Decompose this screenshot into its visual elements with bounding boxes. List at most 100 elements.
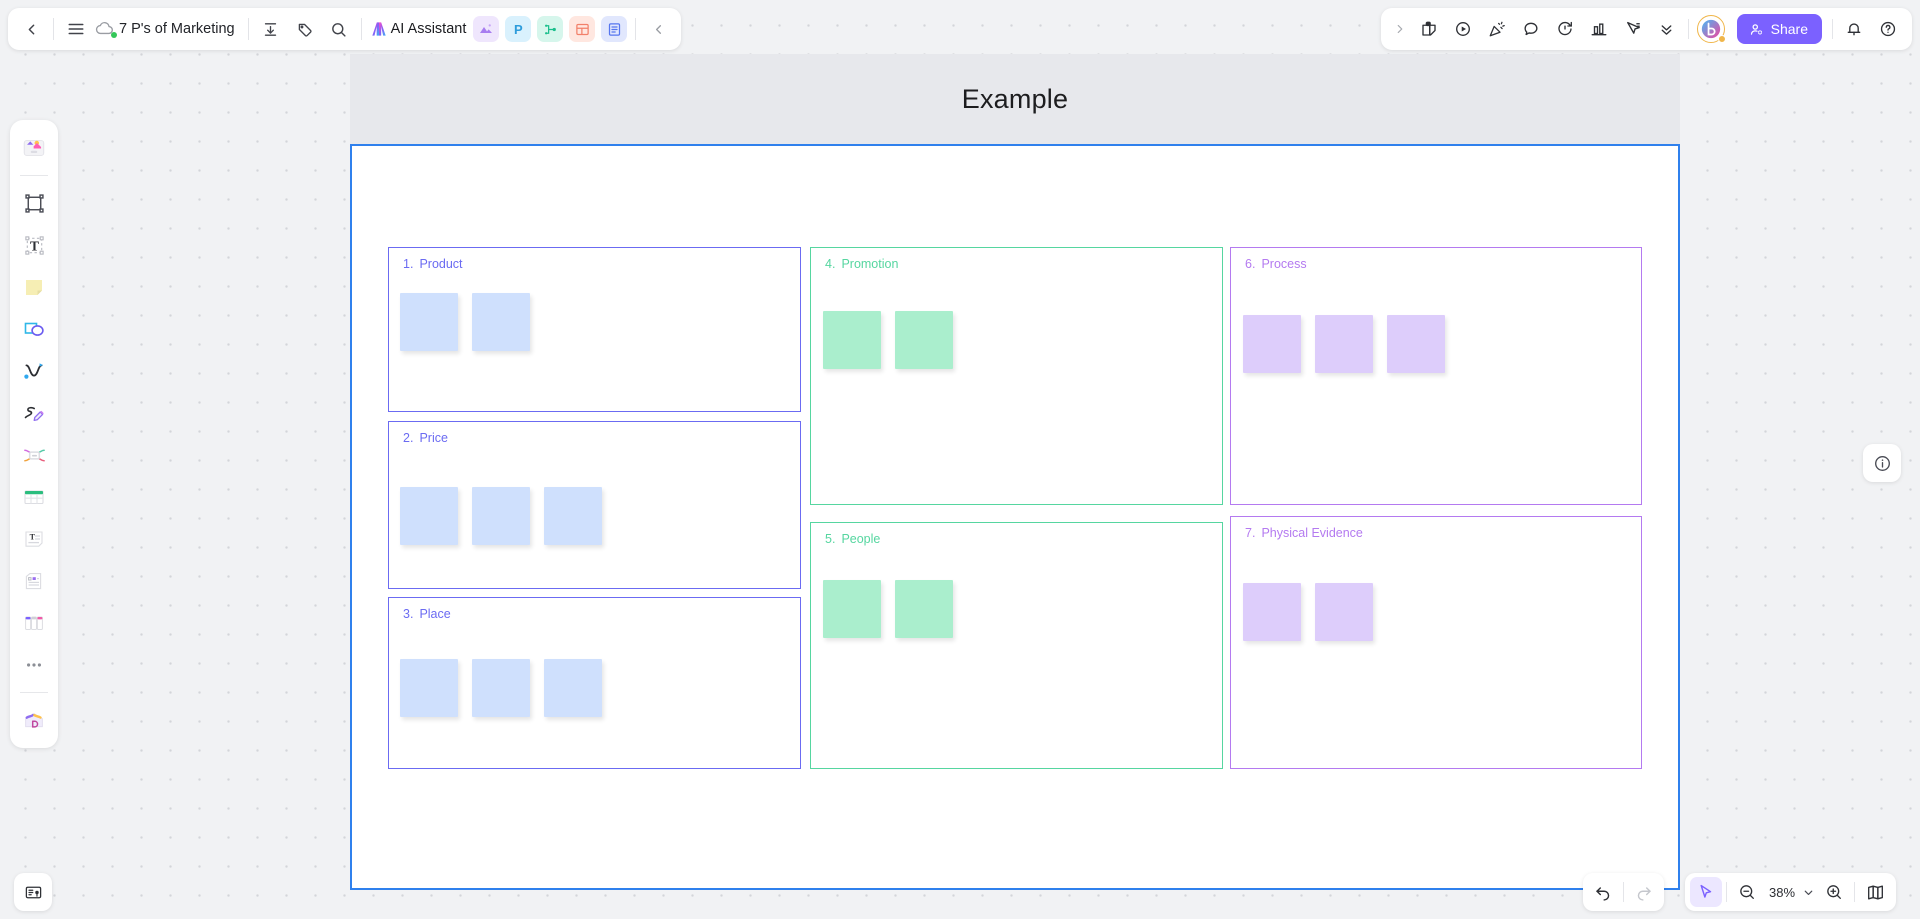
expand-toolbar-button[interactable] — [1388, 12, 1412, 46]
undo-button[interactable] — [1587, 877, 1619, 907]
section-title: People — [841, 532, 881, 546]
table-app-chip[interactable] — [569, 16, 596, 42]
image-app-chip[interactable] — [473, 16, 500, 42]
back-button[interactable] — [14, 12, 48, 46]
collapse-toolbar-button[interactable] — [641, 12, 675, 46]
table-icon[interactable] — [14, 477, 54, 517]
section-label[interactable]: 4. Promotion — [825, 257, 898, 271]
cloud-sync-icon — [93, 18, 117, 40]
section-box[interactable]: 4. Promotion — [810, 247, 1223, 505]
presentation-app-chip[interactable]: P — [505, 16, 532, 42]
connector-line-icon[interactable] — [14, 351, 54, 391]
hamburger-menu-button[interactable] — [59, 12, 93, 46]
presentation-app-letter: P — [514, 21, 523, 37]
sticky-note[interactable] — [823, 580, 881, 638]
section-label[interactable]: 3. Place — [403, 607, 451, 621]
sticky-note[interactable] — [1243, 583, 1301, 641]
play-circle-icon[interactable] — [1446, 12, 1480, 46]
sticky-note[interactable] — [1315, 315, 1373, 373]
divider — [635, 18, 637, 40]
sticky-note[interactable] — [544, 659, 602, 717]
sticky-note[interactable] — [472, 487, 530, 545]
right-toolbar: Share — [1380, 8, 1912, 50]
document-title[interactable]: 7 P's of Marketing — [117, 21, 243, 37]
section-title: Product — [419, 257, 463, 271]
text-icon[interactable]: T — [14, 225, 54, 265]
svg-text:T: T — [30, 238, 39, 253]
pen-draw-icon[interactable] — [14, 393, 54, 433]
frame-icon[interactable] — [14, 183, 54, 223]
sticker-note-icon[interactable] — [1412, 12, 1446, 46]
frame-title[interactable]: Example — [350, 84, 1680, 115]
mindmap-icon[interactable] — [14, 435, 54, 475]
import-button[interactable] — [254, 12, 288, 46]
top-toolbar: 7 P's of Marketing AI Assistant P — [8, 8, 682, 50]
sticky-note[interactable] — [895, 311, 953, 369]
section-title: Promotion — [841, 257, 899, 271]
sticky-note-group — [1243, 583, 1373, 641]
redo-button[interactable] — [1628, 877, 1660, 907]
ai-assistant-label[interactable]: AI Assistant — [391, 21, 471, 37]
minimap-button[interactable] — [1859, 877, 1891, 907]
sticky-note[interactable] — [1387, 315, 1445, 373]
zoom-level-label[interactable]: 38% — [1763, 885, 1798, 900]
chevron-double-down-icon[interactable] — [1650, 12, 1684, 46]
more-options-icon[interactable] — [14, 645, 54, 685]
sticky-note-group — [400, 487, 602, 545]
sticky-note-icon[interactable] — [14, 267, 54, 307]
share-button[interactable]: Share — [1736, 14, 1822, 44]
shapes-icon[interactable] — [14, 309, 54, 349]
party-popper-icon[interactable] — [1480, 12, 1514, 46]
document-icon[interactable] — [14, 561, 54, 601]
timer-icon[interactable] — [1548, 12, 1582, 46]
help-circle-icon[interactable] — [1871, 12, 1905, 46]
cursor-select-button[interactable] — [1690, 877, 1722, 907]
section-label[interactable]: 6. Process — [1245, 257, 1307, 271]
section-box[interactable]: 6. Process — [1230, 247, 1642, 505]
share-label: Share — [1770, 21, 1808, 37]
ai-assistant-icon[interactable] — [367, 12, 391, 46]
docs-app-chip[interactable] — [601, 16, 628, 42]
sticky-note[interactable] — [400, 487, 458, 545]
divider — [1832, 19, 1833, 39]
section-box[interactable]: 7. Physical Evidence — [1230, 516, 1642, 769]
mindmap-app-chip[interactable] — [537, 16, 564, 42]
section-label[interactable]: 5. People — [825, 532, 880, 546]
boardmix-brand-icon[interactable] — [1696, 15, 1726, 43]
section-label[interactable]: 2. Price — [403, 431, 448, 445]
ai-generate-icon[interactable] — [14, 700, 54, 740]
notification-bell-icon[interactable] — [1837, 12, 1871, 46]
search-button[interactable] — [322, 12, 356, 46]
sticky-note[interactable] — [544, 487, 602, 545]
sticky-note[interactable] — [823, 311, 881, 369]
section-title: Process — [1261, 257, 1307, 271]
comment-bubble-icon[interactable] — [1514, 12, 1548, 46]
section-box[interactable]: 5. People — [810, 522, 1223, 769]
sticky-note[interactable] — [400, 659, 458, 717]
presenter-notes-button[interactable] — [14, 873, 52, 911]
tag-button[interactable] — [288, 12, 322, 46]
templates-icon[interactable] — [14, 128, 54, 168]
zoom-controls: 38% — [1685, 873, 1897, 911]
sticky-note[interactable] — [472, 293, 530, 351]
zoom-in-button[interactable] — [1818, 877, 1850, 907]
sticky-note[interactable] — [895, 580, 953, 638]
kanban-board-icon[interactable] — [14, 603, 54, 643]
section-number: 5. — [825, 532, 836, 546]
section-label[interactable]: 1. Product — [403, 257, 463, 271]
divider — [1687, 19, 1689, 39]
text-card-icon[interactable]: T — [14, 519, 54, 559]
sticky-note[interactable] — [1315, 583, 1373, 641]
left-tool-rail: T T — [10, 120, 58, 748]
sticky-note[interactable] — [1243, 315, 1301, 373]
cursor-pointer-icon[interactable] — [1616, 12, 1650, 46]
section-label[interactable]: 7. Physical Evidence — [1245, 526, 1363, 540]
info-button[interactable] — [1863, 444, 1901, 482]
sticky-note-group — [823, 311, 953, 369]
sticky-note[interactable] — [472, 659, 530, 717]
zoom-dropdown-button[interactable] — [1798, 877, 1818, 907]
vote-chart-icon[interactable] — [1582, 12, 1616, 46]
zoom-out-button[interactable] — [1731, 877, 1763, 907]
section-title: Price — [419, 431, 448, 445]
sticky-note[interactable] — [400, 293, 458, 351]
